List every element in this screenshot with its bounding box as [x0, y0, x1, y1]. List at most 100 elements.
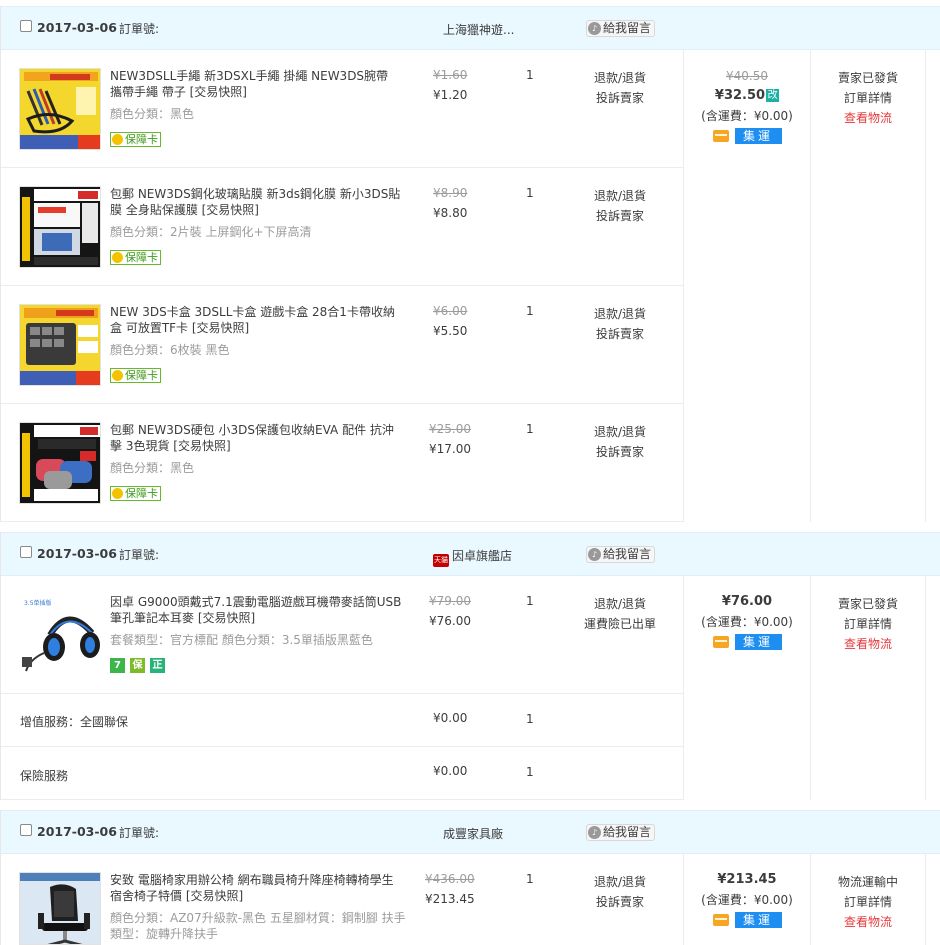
leave-message-label: 給我留言 [603, 21, 652, 35]
order-actions-cell [925, 50, 940, 522]
order-item-row: NEW 3DS卡盒 3DSLL卡盒 遊戲卡盒 28合1卡帶收納盒 可放置TF卡 … [1, 286, 683, 404]
product-thumbnail[interactable] [19, 872, 101, 945]
guarantee-label: 保障卡 [125, 251, 158, 264]
refund-return-link[interactable]: 退款/退貨 [561, 186, 679, 206]
order-select-checkbox[interactable] [20, 824, 32, 836]
order-select-checkbox[interactable] [20, 20, 32, 32]
product-sku: 顏色分類：6枚裝 黑色 [110, 343, 230, 357]
paid-price: ¥8.80 [433, 206, 468, 220]
guarantee-card-badge[interactable]: 保障卡 [110, 250, 161, 265]
leave-message-button[interactable]: ♪ 給我留言 [586, 824, 656, 841]
view-logistics-link[interactable]: 查看物流 [811, 634, 925, 654]
order-details-link[interactable]: 訂單詳情 [811, 614, 925, 634]
complain-seller-link[interactable]: 投訴賣家 [561, 892, 679, 912]
after-sale-actions: 退款/退貨 投訴賣家 [561, 186, 679, 226]
credit-card-icon [712, 130, 729, 142]
product-badges: 保障卡 [110, 486, 161, 502]
guarantee-card-badge[interactable]: 保障卡 [110, 368, 161, 383]
refund-return-link[interactable]: 退款/退貨 [561, 68, 679, 88]
leave-message-button[interactable]: ♪ 給我留言 [586, 546, 656, 563]
order-number-label: 訂單號: [119, 548, 160, 562]
paid-price: ¥76.00 [429, 614, 471, 628]
product-title-link[interactable]: 包郵 NEW3DS硬包 小3DS保護包收納EVA 配件 抗沖擊 3色現貨 [交易… [110, 422, 402, 454]
order-total-cell: ¥40.50 ¥32.50 改 (含運費：¥0.00) 集運 [683, 50, 810, 522]
product-image-headset: 3.5单插版 [20, 595, 100, 675]
refund-return-link[interactable]: 退款/退貨 [561, 872, 679, 892]
service-label: 保險服務 [20, 769, 69, 783]
order-actions-cell [925, 576, 940, 800]
service-price: ¥0.00 [433, 764, 468, 778]
refund-return-link[interactable]: 退款/退貨 [561, 422, 679, 442]
guarantee-card-badge[interactable]: 保障卡 [110, 486, 161, 501]
svg-text:3.5单插版: 3.5单插版 [24, 599, 52, 607]
order-card: 2017-03-06 訂單號: 天貓 因卓旗艦店 ♪ 給我留言 3.5单插版 因卓 … [0, 532, 940, 800]
order-number-label: 訂單號: [119, 22, 160, 36]
order-select-checkbox[interactable] [20, 546, 32, 558]
original-price: ¥25.00 [429, 422, 471, 436]
order-status-cell: 賣家已發貨 訂單詳情 查看物流 [810, 576, 925, 800]
order-card: 2017-03-06 訂單號: 成豐家具廠 ♪ 給我留言 安致 電腦椅家用辦公椅 … [0, 810, 940, 945]
product-title-link[interactable]: NEW3DSLL手繩 新3DSXL手繩 掛繩 NEW3DS腕帶 攜帶手繩 帶子 … [110, 68, 402, 100]
complain-seller-link[interactable]: 投訴賣家 [561, 206, 679, 226]
refund-return-link[interactable]: 退款/退貨 [561, 304, 679, 324]
guarantee-card-badge[interactable]: 保障卡 [110, 132, 161, 147]
guarantee-icon [112, 488, 123, 499]
order-card: 2017-03-06 訂單號: 上海獵神遊... ♪ 給我留言 NEW3DSLL手… [0, 6, 940, 522]
complain-seller-link[interactable]: 投訴賣家 [561, 88, 679, 108]
product-thumbnail[interactable] [19, 186, 101, 268]
service-quantity: 1 [526, 712, 534, 726]
shipping-insurance-link[interactable]: 運費險已出單 [561, 614, 679, 634]
shop-name-link[interactable]: 成豐家具廠 [443, 825, 503, 842]
leave-message-label: 給我留言 [603, 547, 652, 561]
original-price: ¥1.60 [433, 68, 468, 82]
quantity: 1 [526, 422, 534, 436]
original-price: ¥79.00 [429, 594, 471, 608]
product-sku: 套餐類型：官方標配 顏色分類：3.5單插版黑藍色 [110, 633, 373, 647]
guarantee-icon [112, 370, 123, 381]
shop-name-link[interactable]: 天貓 因卓旗艦店 [433, 547, 512, 567]
order-date: 2017-03-06 [37, 20, 117, 35]
order-total-amount: ¥213.45 [717, 872, 777, 887]
order-details-link[interactable]: 訂單詳情 [811, 892, 925, 912]
order-details-link[interactable]: 訂單詳情 [811, 88, 925, 108]
product-title-link[interactable]: 因卓 G9000頭戴式7.1震動電腦遊戲耳機帶麥話筒USB筆孔筆記本耳麥 [交易… [110, 594, 402, 626]
product-thumbnail[interactable] [19, 422, 101, 504]
shipping-fee: (含運費：¥0.00) [701, 109, 793, 123]
service-row: 保險服務 ¥0.00 1 [1, 747, 683, 800]
product-title-link[interactable]: 包郵 NEW3DS鋼化玻璃貼膜 新3ds鋼化膜 新小3DS貼膜 全身貼保護膜 [… [110, 186, 402, 218]
product-thumbnail[interactable] [19, 304, 101, 386]
consolidated-shipping-badge: 集運 [734, 128, 782, 144]
seven-day-return-icon[interactable]: 7 [110, 658, 125, 673]
order-header: 2017-03-06 訂單號: 天貓 因卓旗艦店 ♪ 給我留言 [1, 532, 940, 576]
view-logistics-link[interactable]: 查看物流 [811, 912, 925, 932]
leave-message-button[interactable]: ♪ 給我留言 [586, 20, 656, 37]
product-thumbnail[interactable] [19, 68, 101, 150]
payment-method: 集運 [684, 128, 810, 144]
order-total-value: ¥32.50 [714, 88, 766, 103]
after-sale-actions: 退款/退貨 投訴賣家 [561, 422, 679, 462]
guarantee-icon [112, 252, 123, 263]
message-icon: ♪ [588, 826, 601, 839]
refund-return-link[interactable]: 退款/退貨 [561, 594, 679, 614]
product-sku: 顏色分類：2片裝 上屏鋼化+下屏高清 [110, 225, 312, 239]
product-thumbnail[interactable]: 3.5单插版 [19, 594, 101, 676]
order-actions-cell [925, 854, 940, 945]
product-title-link[interactable]: 安致 電腦椅家用辦公椅 網布職員椅升降座椅轉椅學生宿舍椅子特價 [交易快照] [110, 872, 402, 904]
order-number-label: 訂單號: [119, 826, 160, 840]
order-total-cell: ¥213.45 (含運費：¥0.00) 集運 [683, 854, 810, 945]
order-status-text: 賣家已發貨 [837, 71, 898, 85]
genuine-guarantee-icon[interactable]: 正 [150, 658, 165, 673]
consumer-protection-icon[interactable]: 保 [130, 658, 145, 673]
shop-name-link[interactable]: 上海獵神遊... [443, 21, 514, 38]
view-logistics-link[interactable]: 查看物流 [811, 108, 925, 128]
complain-seller-link[interactable]: 投訴賣家 [561, 324, 679, 344]
product-title-link[interactable]: NEW 3DS卡盒 3DSLL卡盒 遊戲卡盒 28合1卡帶收納盒 可放置TF卡 … [110, 304, 402, 336]
product-image-screen-protector [20, 187, 100, 267]
order-status-text: 物流運輸中 [837, 875, 898, 889]
paid-price: ¥5.50 [433, 324, 468, 338]
order-status-cell: 賣家已發貨 訂單詳情 查看物流 [810, 50, 925, 522]
message-icon: ♪ [588, 22, 601, 35]
complain-seller-link[interactable]: 投訴賣家 [561, 442, 679, 462]
order-item-row: NEW3DSLL手繩 新3DSXL手繩 掛繩 NEW3DS腕帶 攜帶手繩 帶子 … [1, 50, 683, 168]
product-image-hard-case [20, 423, 100, 503]
